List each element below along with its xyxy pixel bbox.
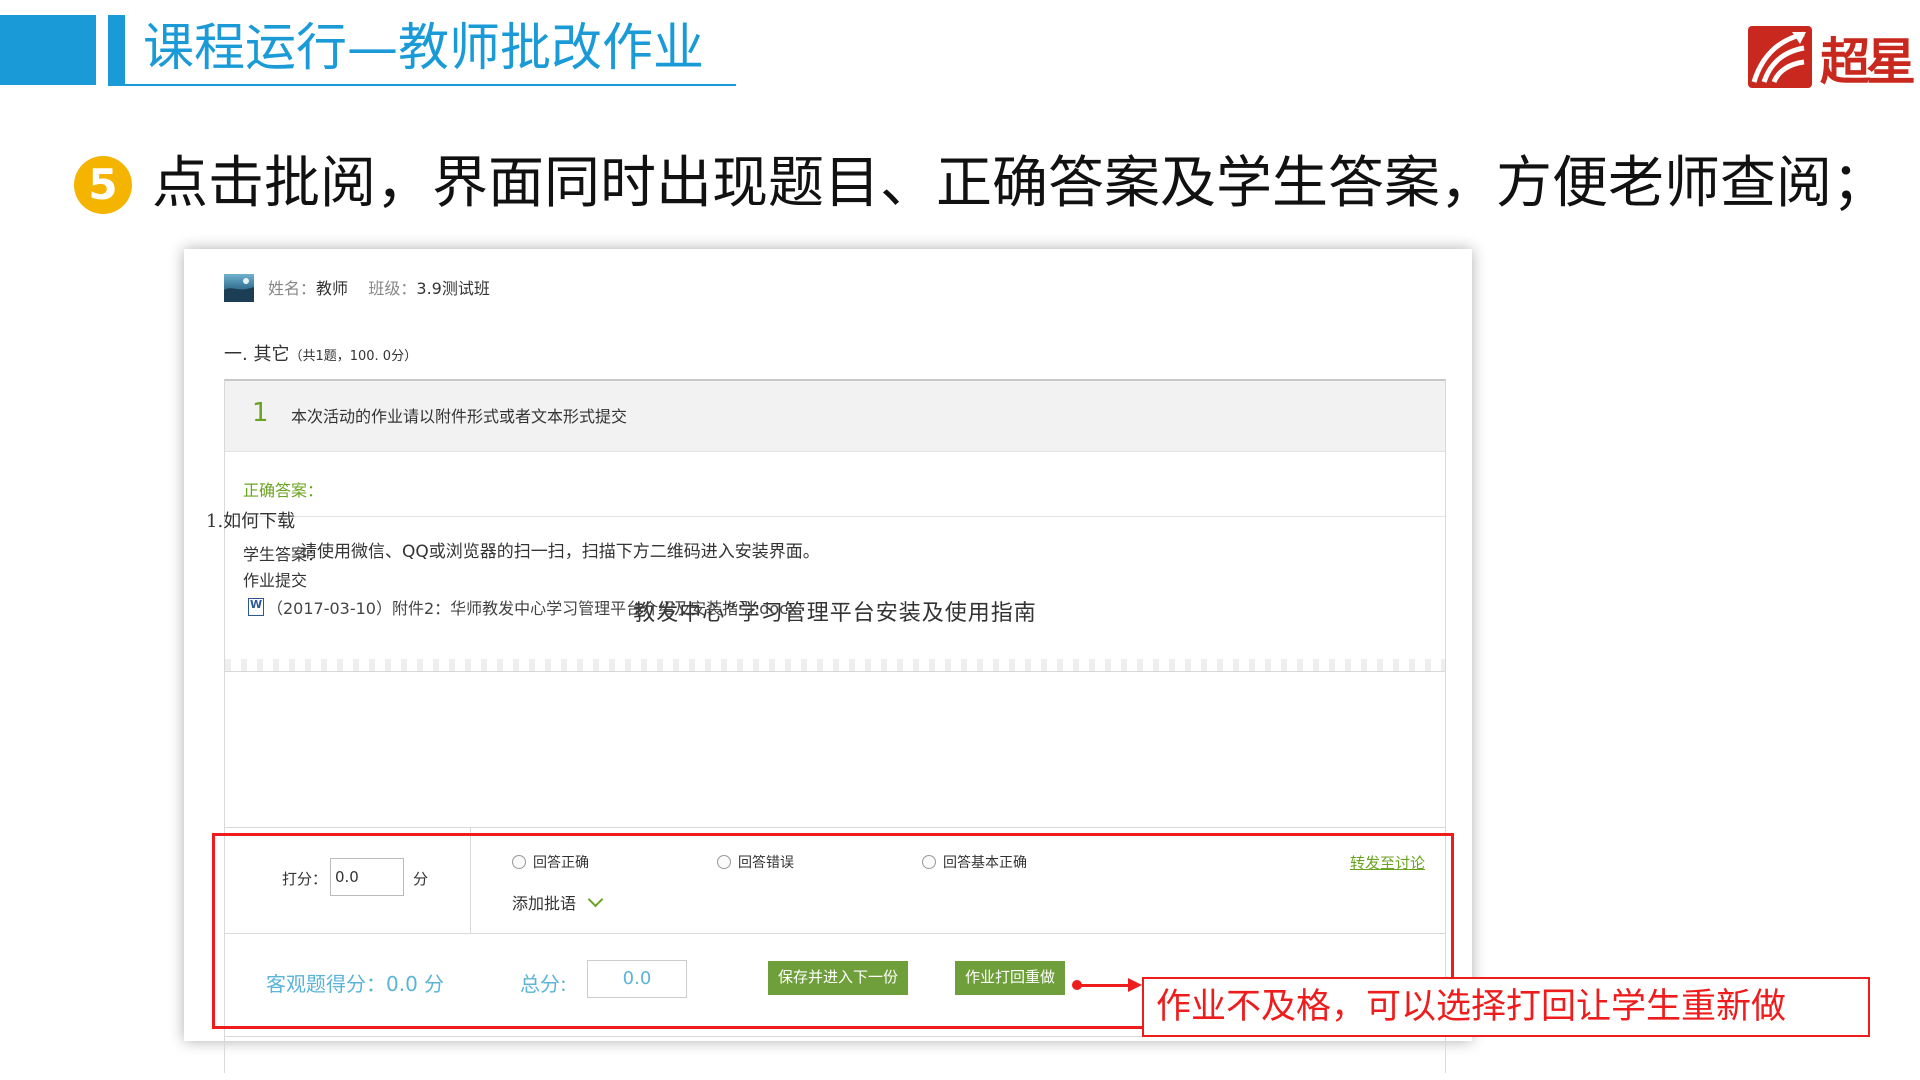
title-underline (108, 84, 736, 86)
radio-icon (512, 855, 526, 869)
panel-divider-vertical (470, 828, 471, 933)
score-label: 打分： (282, 870, 328, 888)
forward-to-discussion-link[interactable]: 转发至讨论 (1350, 852, 1425, 873)
section-title: 一. 其它（共1题，100. 0分） (224, 340, 417, 366)
section-meta: （共1题，100. 0分） (289, 349, 418, 364)
total-score-field[interactable]: 0.0 (587, 960, 687, 998)
correct-answer-label: 正确答案： (243, 481, 324, 500)
word-document-icon (248, 598, 264, 616)
return-for-redo-button[interactable]: 作业打回重做 (955, 961, 1066, 995)
bullet-text: 点击批阅，界面同时出现题目、正确答案及学生答案，方便老师查阅； (152, 151, 1888, 216)
howto-title: 1.如何下载 (206, 511, 296, 532)
chaoxing-logo: 超星 (1748, 20, 1916, 92)
chevron-down-icon (587, 891, 604, 907)
chaoxing-logo-icon (1748, 26, 1812, 88)
question-header: 1 本次活动的作业请以附件形式或者文本形式提交 (225, 381, 1445, 452)
total-score-label: 总分: (520, 972, 567, 996)
save-and-next-button[interactable]: 保存并进入下一份 (768, 961, 909, 995)
grading-screenshot: 姓名：教师 班级：3.9测试班 一. 其它（共1题，100. 0分） 1 本次活… (184, 249, 1472, 1073)
attachment-link[interactable]: （2017-03-10）附件2：华师教发中心学习管理平台介绍及安装指引.docx (248, 595, 797, 619)
radio-icon (922, 855, 936, 869)
bullet-number-badge: 5 (74, 156, 132, 214)
radio-label: 回答正确 (533, 855, 589, 871)
question-divider (225, 516, 1445, 517)
radio-answer-wrong[interactable]: 回答错误 (717, 852, 794, 872)
header-accent-bar (108, 15, 125, 85)
question-number: 1 (252, 398, 269, 428)
name-label: 姓名： (268, 279, 317, 298)
question-box: 1 本次活动的作业请以附件形式或者文本形式提交 正确答案： 学生答案： 作业提交… (224, 379, 1446, 672)
student-name: 教师 (316, 279, 349, 298)
score-unit: 分 (413, 870, 429, 888)
chaoxing-logo-text: 超星 (1820, 32, 1916, 91)
objective-score: 客观题得分：0.0 分 (266, 972, 445, 996)
class-label: 班级： (368, 279, 417, 298)
arrow-right-icon (1128, 978, 1142, 992)
radio-answer-correct[interactable]: 回答正确 (512, 852, 589, 872)
attachment-name: （2017-03-10）附件2：华师教发中心学习管理平台介绍及安装指引.docx (267, 599, 798, 618)
section-name: 一. 其它 (224, 344, 290, 365)
radio-label: 回答错误 (738, 855, 794, 871)
avatar (224, 274, 254, 302)
question-text: 本次活动的作业请以附件形式或者文本形式提交 (291, 407, 628, 426)
add-comment-label: 添加批语 (512, 894, 577, 913)
howto-body: 请使用微信、QQ或浏览器的扫一扫，扫描下方二维码进入安装界面。 (300, 542, 820, 562)
student-class: 3.9测试班 (416, 279, 490, 298)
score-input[interactable] (330, 858, 404, 896)
slide-title: 课程运行—教师批改作业 (143, 19, 705, 78)
student-info: 姓名：教师 班级：3.9测试班 (268, 275, 490, 299)
student-answer-sub: 作业提交 (243, 571, 308, 590)
add-comment-toggle[interactable]: 添加批语 (512, 890, 604, 914)
panel-divider-horizontal (225, 933, 1445, 934)
radio-answer-partial[interactable]: 回答基本正确 (922, 852, 1027, 872)
header-color-band (0, 15, 96, 85)
radio-icon (717, 855, 731, 869)
callout-box: 作业不及格，可以选择打回让学生重新做 (1142, 977, 1870, 1037)
radio-label: 回答基本正确 (943, 855, 1027, 871)
